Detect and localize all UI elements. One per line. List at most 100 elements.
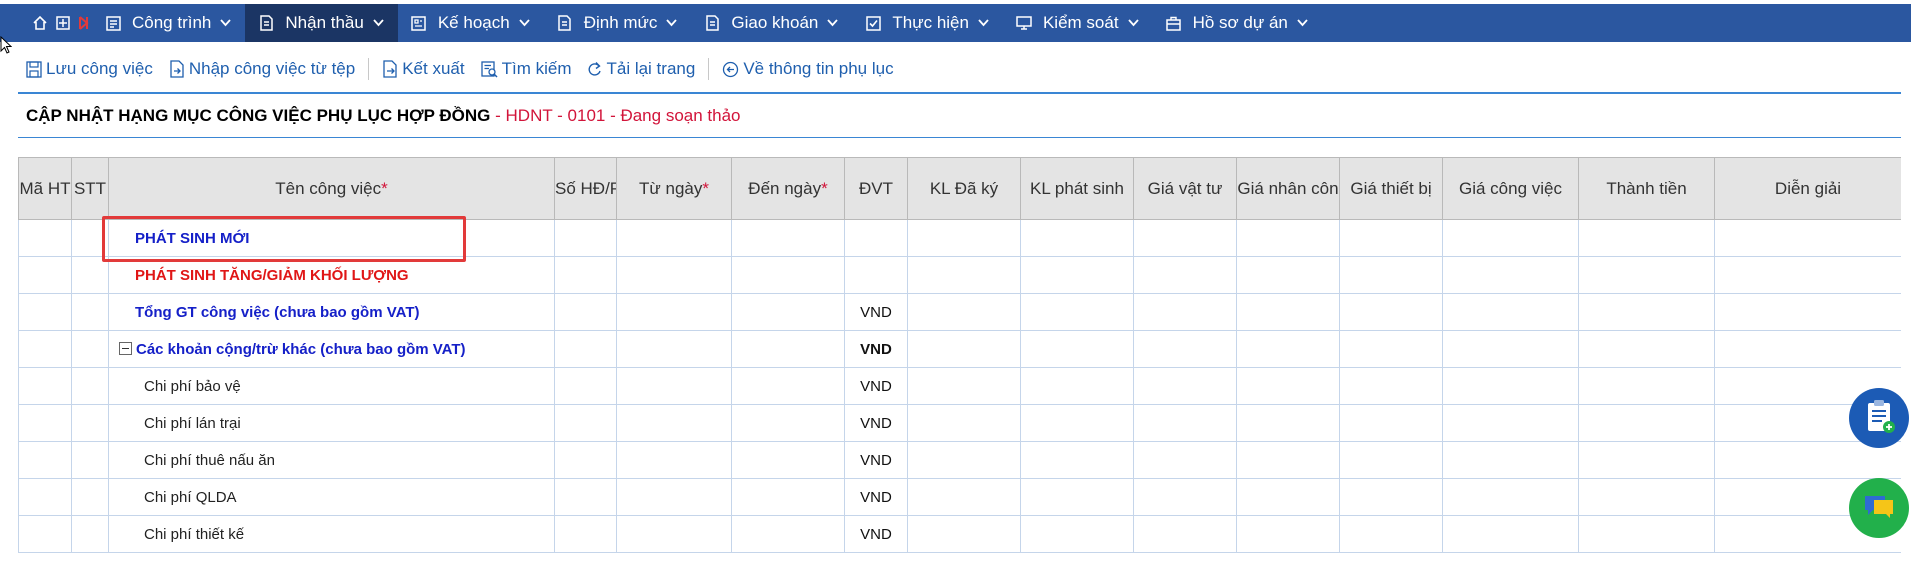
- col-header-gia-vat-tu[interactable]: Giá vật tư: [1133, 157, 1237, 220]
- chevron-down-icon: [373, 19, 384, 27]
- save-work-button[interactable]: Lưu công việc: [26, 59, 153, 79]
- work-name-cell[interactable]: Chi phí QLDA: [108, 478, 555, 516]
- back-to-appendix-button[interactable]: Về thông tin phụ lục: [722, 59, 894, 79]
- top-navigation-bar: Công trình Nhận thầu Kế hoạch Định mức G…: [0, 4, 1911, 42]
- unit-cell[interactable]: [844, 256, 908, 294]
- work-name-cell[interactable]: Các khoản cộng/trừ khác (chưa bao gồm VA…: [108, 330, 555, 368]
- table-row[interactable]: Chi phí bảo vệ VND: [18, 367, 1901, 405]
- work-name-cell[interactable]: PHÁT SINH TĂNG/GIẢM KHỐI LƯỢNG: [108, 256, 555, 294]
- nav-thuc-hien[interactable]: Thực hiện: [852, 4, 1003, 42]
- work-name-cell[interactable]: Chi phí thuê nấu ăn: [108, 441, 555, 479]
- search-button[interactable]: Tìm kiếm: [480, 59, 572, 79]
- col-header-tu-ngay[interactable]: Từ ngày*: [616, 157, 732, 220]
- col-header-ma-ht[interactable]: Mã HT: [18, 157, 72, 220]
- col-header-kl-da-ky[interactable]: KL Đã ký: [907, 157, 1021, 220]
- back-arrow-circle-icon: [722, 61, 739, 78]
- export-button[interactable]: Kết xuất: [382, 59, 465, 79]
- chevron-down-icon: [666, 19, 678, 27]
- monitor-icon: [1015, 14, 1033, 32]
- import-file-icon: [169, 60, 185, 78]
- col-header-den-ngay[interactable]: Đến ngày*: [731, 157, 845, 220]
- save-icon: [26, 60, 42, 78]
- title-divider-line: [18, 137, 1901, 138]
- chevron-down-icon: [978, 19, 989, 27]
- required-mark: *: [821, 178, 828, 198]
- table-header-row: Mã HT STT Tên công việc* Số HĐ/P Từ ngày…: [18, 157, 1901, 220]
- col-header-gia-cong-viec[interactable]: Giá công việc: [1442, 157, 1579, 220]
- nav-cong-trinh[interactable]: Công trình: [92, 4, 245, 42]
- import-work-button[interactable]: Nhập công việc từ tệp: [169, 59, 355, 79]
- col-header-so-hd[interactable]: Số HĐ/P: [554, 157, 617, 220]
- unit-cell[interactable]: VND: [844, 293, 908, 331]
- unit-cell[interactable]: VND: [844, 515, 908, 553]
- save-work-label: Lưu công việc: [46, 59, 153, 78]
- collapse-toggle-icon[interactable]: [119, 341, 132, 355]
- col-header-kl-phat-sinh[interactable]: KL phát sinh: [1020, 157, 1134, 220]
- reload-page-label: Tải lại trang: [606, 59, 696, 78]
- logo-icon[interactable]: [78, 16, 92, 30]
- floating-document-button[interactable]: [1849, 388, 1909, 448]
- col-header-dvt[interactable]: ĐVT: [844, 157, 908, 220]
- nav-kiem-soat[interactable]: Kiểm soát: [1003, 4, 1153, 42]
- toolbar-divider-line: [18, 92, 1901, 94]
- nav-dinh-muc[interactable]: Định mức: [544, 4, 692, 42]
- briefcase-icon: [1165, 14, 1183, 32]
- unit-cell[interactable]: [844, 219, 908, 257]
- work-name-cell[interactable]: Chi phí thiết kế: [108, 515, 555, 553]
- home-icon[interactable]: [32, 15, 48, 31]
- work-items-grid: Mã HT STT Tên công việc* Số HĐ/P Từ ngày…: [18, 157, 1901, 561]
- import-work-label: Nhập công việc từ tệp: [188, 59, 356, 78]
- table-row[interactable]: Chi phí QLDA VND: [18, 478, 1901, 516]
- document-icon: [257, 14, 275, 32]
- chevron-down-icon: [1127, 19, 1139, 27]
- unit-cell[interactable]: VND: [844, 330, 908, 368]
- work-name-cell[interactable]: Tổng GT công việc (chưa bao gồm VAT): [108, 293, 555, 331]
- col-header-gia-nhan-cong[interactable]: Giá nhân côn: [1236, 157, 1340, 220]
- col-header-ten-cong-viec[interactable]: Tên công việc*: [108, 157, 555, 220]
- work-name-cell[interactable]: PHÁT SINH MỚI: [108, 219, 555, 257]
- table-row[interactable]: Chi phí thiết kế VND: [18, 515, 1901, 553]
- work-name-cell[interactable]: Chi phí lán trại: [108, 404, 555, 442]
- export-file-icon: [382, 60, 398, 78]
- col-header-gia-thiet-bi[interactable]: Giá thiết bị: [1339, 157, 1443, 220]
- col-header-label: Đến ngày: [748, 178, 822, 198]
- nav-nhan-thau[interactable]: Nhận thầu: [245, 4, 398, 42]
- mouse-cursor-icon: [0, 35, 13, 58]
- col-header-label: Từ ngày: [639, 178, 703, 198]
- table-row[interactable]: Chi phí thuê nấu ăn VND: [18, 441, 1901, 479]
- toolbar-divider: [368, 58, 370, 80]
- building-icon: [104, 14, 122, 32]
- table-row-tong-gt[interactable]: Tổng GT công việc (chưa bao gồm VAT) VND: [18, 293, 1901, 331]
- search-label: Tìm kiếm: [501, 59, 572, 78]
- toolbar-divider: [708, 58, 710, 80]
- unit-cell[interactable]: VND: [844, 404, 908, 442]
- col-header-thanh-tien[interactable]: Thành tiền: [1578, 157, 1715, 220]
- table-row-phat-sinh-moi[interactable]: PHÁT SINH MỚI: [18, 219, 1901, 257]
- page-title-main: CẬP NHẬT HẠNG MỤC CÔNG VIỆC PHỤ LỤC HỢP …: [26, 106, 491, 125]
- unit-cell[interactable]: VND: [844, 478, 908, 516]
- nav-ke-hoach[interactable]: Kế hoạch: [398, 4, 544, 42]
- search-document-icon: [480, 60, 498, 78]
- table-row[interactable]: Chi phí lán trại VND: [18, 404, 1901, 442]
- grid-plus-icon[interactable]: [56, 16, 70, 30]
- nav-giao-khoan[interactable]: Giao khoán: [691, 4, 852, 42]
- page-title: CẬP NHẬT HẠNG MỤC CÔNG VIỆC PHỤ LỤC HỢP …: [26, 106, 741, 126]
- chat-bubble-icon: [1861, 490, 1897, 526]
- nav-label: Thực hiện: [892, 13, 969, 32]
- clipboard-add-icon: [1859, 396, 1899, 440]
- nav-ho-so-du-an[interactable]: Hồ sơ dự án: [1153, 4, 1322, 42]
- nav-label: Giao khoán: [731, 13, 819, 32]
- floating-chat-button[interactable]: [1849, 478, 1909, 538]
- col-header-dien-giai[interactable]: Diễn giải: [1714, 157, 1901, 220]
- col-header-stt[interactable]: STT: [71, 157, 109, 220]
- norm-icon: [556, 14, 574, 32]
- chevron-down-icon: [827, 19, 839, 27]
- unit-cell[interactable]: VND: [844, 441, 908, 479]
- unit-cell[interactable]: VND: [844, 367, 908, 405]
- nav-label: Định mức: [583, 13, 658, 32]
- table-row-phat-sinh-tang-giam[interactable]: PHÁT SINH TĂNG/GIẢM KHỐI LƯỢNG: [18, 256, 1901, 294]
- reload-page-button[interactable]: Tải lại trang: [587, 59, 695, 79]
- chevron-down-icon: [220, 19, 232, 27]
- table-row-cac-khoan-cong-tru[interactable]: Các khoản cộng/trừ khác (chưa bao gồm VA…: [18, 330, 1901, 368]
- work-name-cell[interactable]: Chi phí bảo vệ: [108, 367, 555, 405]
